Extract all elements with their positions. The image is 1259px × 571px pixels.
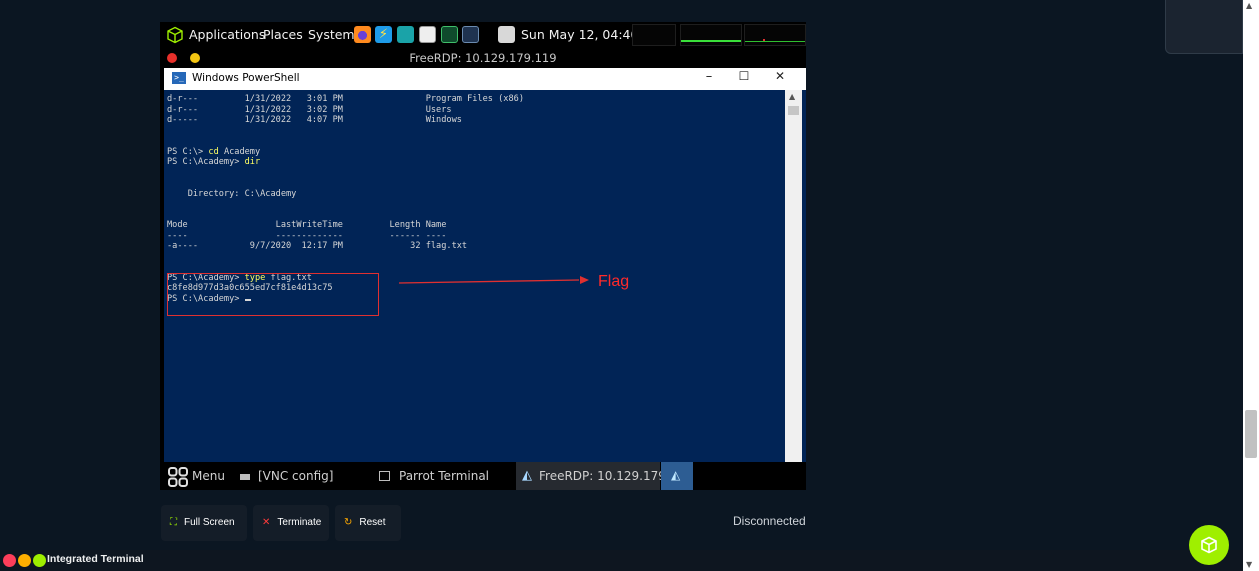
minimize-button[interactable]: – [699,69,719,84]
terminal-icon[interactable] [441,26,458,43]
scroll-down-icon[interactable]: ▼ [1246,560,1252,569]
taskbar-freerdp-icon-button[interactable]: ◭ [661,462,693,490]
console-line: PS C:\Academy> dir [167,157,260,167]
reset-label: Reset [359,517,386,528]
reset-button[interactable]: ↻ Reset [335,505,401,541]
freerdp-icon: ◭ [671,468,681,482]
arrow-right-icon [399,276,589,284]
network-graph [680,24,742,46]
menu-grid-icon[interactable] [168,467,188,487]
power-icon[interactable] [3,554,16,567]
bottom-bar: Integrated Terminal [0,550,1243,571]
freerdp-titlebar: FreeRDP: 10.129.179.119 [160,48,806,68]
cube-icon [1201,536,1217,554]
scrollbar-thumb[interactable] [1245,410,1257,458]
powershell-icon: >_ [172,72,186,84]
flag-highlight-box [167,273,379,316]
console-text: d----- 1/31/2022 4:07 PM Windows [167,115,462,125]
clock[interactable]: Sun May 12, 04:40 [521,27,638,42]
fullscreen-icon: ⛶ [170,517,177,528]
console-command: dir [244,157,261,167]
taskbar-menu[interactable]: Menu [192,469,225,483]
scroll-up-icon[interactable]: ▲ [1246,1,1252,10]
console-text: PS C:\Academy> [167,157,245,167]
reset-icon: ↻ [344,517,353,528]
menu-system[interactable]: System [308,27,355,42]
console-line: d-r--- 1/31/2022 3:01 PM Program Files (… [167,94,524,104]
scroll-up-icon[interactable]: ▲ [789,92,795,101]
taskbar-parrot-terminal[interactable]: Parrot Terminal [399,469,489,483]
console-line: Directory: C:\Academy [167,188,297,199]
close-icon: ✕ [262,517,271,528]
powershell-title: Windows PowerShell [192,72,300,84]
console-scroll-thumb[interactable] [788,106,799,115]
page-scrollbar[interactable]: ▲ ▼ [1243,0,1259,571]
console-text: d-r--- 1/31/2022 3:01 PM Program Files (… [167,94,524,104]
pwnbox-fab-button[interactable] [1189,525,1229,565]
taskbar-vnc-config[interactable]: [VNC config] [258,469,333,483]
memory-graph [744,24,806,46]
full-screen-button[interactable]: ⛶ Full Screen [161,505,247,541]
terminate-label: Terminate [277,517,322,528]
full-screen-label: Full Screen [184,517,235,528]
freerdp-title: FreeRDP: 10.129.179.119 [409,51,557,65]
flag-annotation-label: Flag [598,273,630,290]
close-button[interactable]: ✕ [770,69,790,83]
vm-screen[interactable]: Applications Places System ⚡ Sun May 12,… [160,22,806,490]
terminal-toggle-icon[interactable] [33,554,46,567]
maximize-button[interactable]: ☐ [734,69,754,83]
parrot-taskbar: Menu [VNC config] Parrot Terminal ◭ Free… [160,462,806,490]
terminal-icon [379,471,390,481]
console-command: cd [208,146,219,157]
console-text: Academy [218,146,261,157]
connection-status: Disconnected [733,514,806,528]
console-line: d-r--- 1/31/2022 3:02 PM Users [167,105,452,115]
settings-icon[interactable] [18,554,31,567]
console-text: Directory: C:\Academy [167,188,297,199]
console-text: ---- ------------- ------ ---- [167,230,447,241]
menu-places[interactable]: Places [263,27,303,42]
terminate-button[interactable]: ✕ Terminate [253,505,329,541]
console-text: -a---- 9/7/2020 12:17 PM 32 flag.txt [167,241,468,251]
console-line: PS C:\> cd Academy [167,147,260,157]
freerdp-icon: ◭ [522,468,532,483]
corner-panel[interactable] [1165,0,1243,54]
editor-icon[interactable] [419,26,436,43]
window-icon[interactable] [462,26,479,43]
console-line: -a---- 9/7/2020 12:17 PM 32 flag.txt [167,241,467,251]
lightning-icon[interactable]: ⚡ [375,26,392,43]
vnc-window-icon [240,474,250,480]
integrated-terminal-label[interactable]: Integrated Terminal [47,553,144,565]
cube-icon[interactable] [166,26,184,44]
network-icon[interactable] [498,26,515,43]
taskbar-freerdp-active[interactable]: ◭ FreeRDP: 10.129.179... [516,462,677,490]
powershell-titlebar[interactable]: >_ Windows PowerShell – ☐ ✕ [164,68,806,90]
console-scrollbar[interactable]: ▲ [785,90,802,462]
cpu-graph [632,24,676,46]
console-line: Mode LastWriteTime Length Name [167,220,446,230]
console-text: Mode LastWriteTime Length Name [167,220,447,230]
console-line: d----- 1/31/2022 4:07 PM Windows [167,115,462,125]
parrot-top-panel: Applications Places System ⚡ Sun May 12,… [160,22,806,48]
console-line: ---- ------------- ------ ---- [167,231,446,241]
console-text: PS C:\> [167,146,209,157]
app-icon[interactable] [397,26,414,43]
console-text: d-r--- 1/31/2022 3:02 PM Users [167,104,452,115]
menu-applications[interactable]: Applications [189,27,265,42]
powershell-window[interactable]: >_ Windows PowerShell – ☐ ✕ d-r--- 1/31/… [164,68,806,462]
taskbar-freerdp[interactable]: FreeRDP: 10.129.179... [539,469,677,483]
firefox-icon[interactable] [354,26,371,43]
